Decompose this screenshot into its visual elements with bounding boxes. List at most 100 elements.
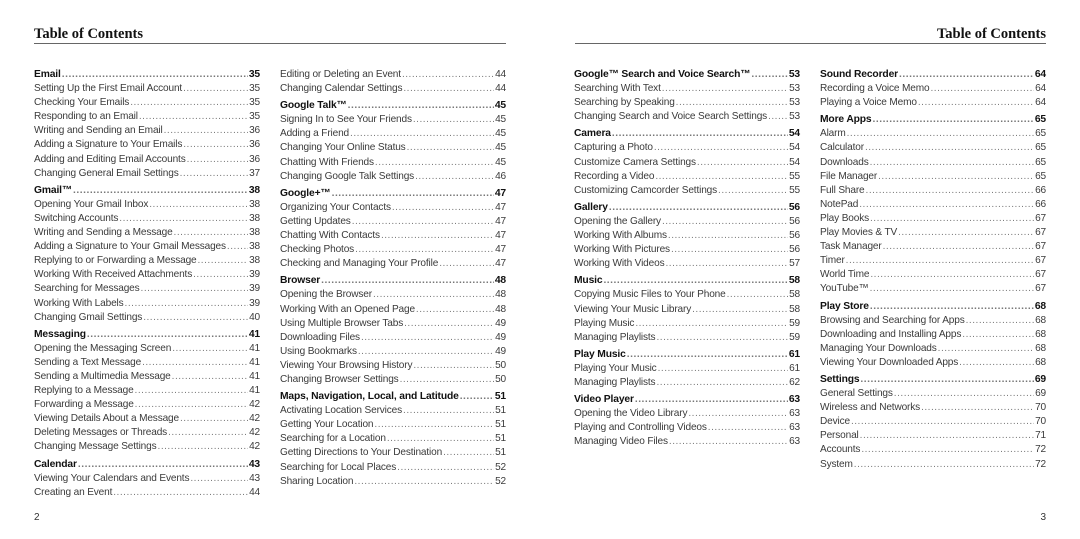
toc-entry[interactable]: Timer 67	[820, 254, 1046, 268]
toc-entry[interactable]: Switching Accounts 38	[34, 212, 260, 226]
toc-entry[interactable]: Writing and Sending a Message 38	[34, 226, 260, 240]
toc-entry[interactable]: Personal 71	[820, 429, 1046, 443]
toc-entry[interactable]: Play Books 67	[820, 212, 1046, 226]
toc-entry[interactable]: Recording a Voice Memo 64	[820, 82, 1046, 96]
toc-entry[interactable]: Changing Your Online Status 45	[280, 141, 506, 155]
toc-entry[interactable]: Playing and Controlling Videos 63	[574, 421, 800, 435]
toc-entry[interactable]: Recording a Video 55	[574, 170, 800, 184]
toc-entry[interactable]: Wireless and Networks 70	[820, 401, 1046, 415]
toc-section-heading[interactable]: Settings 69	[820, 373, 1046, 387]
toc-entry[interactable]: Forwarding a Message 42	[34, 398, 260, 412]
toc-entry[interactable]: Accounts 72	[820, 443, 1046, 457]
toc-entry[interactable]: Managing Video Files 63	[574, 435, 800, 449]
toc-entry[interactable]: Deleting Messages or Threads 42	[34, 426, 260, 440]
toc-entry[interactable]: Opening the Messaging Screen 41	[34, 342, 260, 356]
toc-entry[interactable]: Copying Music Files to Your Phone 58	[574, 288, 800, 302]
toc-entry[interactable]: Searching With Text 53	[574, 82, 800, 96]
toc-entry[interactable]: Replying to a Message 41	[34, 384, 260, 398]
toc-entry[interactable]: Browsing and Searching for Apps 68	[820, 314, 1046, 328]
toc-entry[interactable]: Opening the Browser 48	[280, 288, 506, 302]
toc-section-heading[interactable]: Browser 48	[280, 274, 506, 288]
toc-entry[interactable]: Changing Message Settings 42	[34, 440, 260, 454]
toc-entry[interactable]: Playing a Voice Memo 64	[820, 96, 1046, 110]
toc-section-heading[interactable]: Sound Recorder 64	[820, 68, 1046, 82]
toc-entry[interactable]: Downloads 65	[820, 156, 1046, 170]
toc-entry[interactable]: Chatting With Contacts 47	[280, 229, 506, 243]
toc-entry[interactable]: Capturing a Photo 54	[574, 141, 800, 155]
toc-section-heading[interactable]: Gmail™ 38	[34, 184, 260, 198]
toc-entry[interactable]: Replying to or Forwarding a Message 38	[34, 254, 260, 268]
toc-entry[interactable]: Managing Playlists 59	[574, 331, 800, 345]
toc-section-heading[interactable]: Gallery 56	[574, 201, 800, 215]
toc-entry[interactable]: Play Movies & TV 67	[820, 226, 1046, 240]
toc-entry[interactable]: Adding a Signature to Your Emails 36	[34, 138, 260, 152]
toc-entry[interactable]: Checking and Managing Your Profile 47	[280, 257, 506, 271]
toc-entry[interactable]: Getting Directions to Your Destination 51	[280, 446, 506, 460]
toc-entry[interactable]: Device 70	[820, 415, 1046, 429]
toc-entry[interactable]: Viewing Your Music Library 58	[574, 303, 800, 317]
toc-entry[interactable]: Checking Your Emails 35	[34, 96, 260, 110]
toc-entry[interactable]: Getting Your Location 51	[280, 418, 506, 432]
toc-section-heading[interactable]: Play Store 68	[820, 300, 1046, 314]
toc-entry[interactable]: Using Multiple Browser Tabs 49	[280, 317, 506, 331]
toc-entry[interactable]: Working With Albums 56	[574, 229, 800, 243]
toc-entry[interactable]: Viewing Your Browsing History 50	[280, 359, 506, 373]
toc-entry[interactable]: Checking Photos 47	[280, 243, 506, 257]
toc-entry[interactable]: Task Manager 67	[820, 240, 1046, 254]
toc-entry[interactable]: Viewing Your Downloaded Apps 68	[820, 356, 1046, 370]
toc-entry[interactable]: Alarm 65	[820, 127, 1046, 141]
toc-entry[interactable]: Working With Labels 39	[34, 297, 260, 311]
toc-entry[interactable]: System 72	[820, 458, 1046, 472]
toc-entry[interactable]: General Settings 69	[820, 387, 1046, 401]
toc-entry[interactable]: Signing In to See Your Friends 45	[280, 113, 506, 127]
toc-entry[interactable]: Customize Camera Settings 54	[574, 156, 800, 170]
toc-entry[interactable]: Changing Browser Settings 50	[280, 373, 506, 387]
toc-entry[interactable]: Searching for a Location 51	[280, 432, 506, 446]
toc-entry[interactable]: Using Bookmarks 49	[280, 345, 506, 359]
toc-entry[interactable]: Opening Your Gmail Inbox 38	[34, 198, 260, 212]
toc-entry[interactable]: Working With Pictures 56	[574, 243, 800, 257]
toc-entry[interactable]: Working With Received Attachments 39	[34, 268, 260, 282]
toc-entry[interactable]: Viewing Details About a Message 42	[34, 412, 260, 426]
toc-section-heading[interactable]: Messaging 41	[34, 328, 260, 342]
toc-entry[interactable]: Working With an Opened Page 48	[280, 303, 506, 317]
toc-entry[interactable]: YouTube™ 67	[820, 282, 1046, 296]
toc-section-heading[interactable]: Calendar 43	[34, 458, 260, 472]
toc-section-heading[interactable]: Maps, Navigation, Local, and Latitude 51	[280, 390, 506, 404]
toc-entry[interactable]: Downloading Files 49	[280, 331, 506, 345]
toc-entry[interactable]: Calculator 65	[820, 141, 1046, 155]
toc-entry[interactable]: Creating an Event 44	[34, 486, 260, 500]
toc-section-heading[interactable]: Google™ Search and Voice Search™ 53	[574, 68, 800, 82]
toc-entry[interactable]: File Manager 65	[820, 170, 1046, 184]
toc-entry[interactable]: Changing General Email Settings 37	[34, 167, 260, 181]
toc-entry[interactable]: Adding a Friend 45	[280, 127, 506, 141]
toc-entry[interactable]: World Time 67	[820, 268, 1046, 282]
toc-entry[interactable]: Responding to an Email 35	[34, 110, 260, 124]
toc-entry[interactable]: Getting Updates 47	[280, 215, 506, 229]
toc-entry[interactable]: Sending a Multimedia Message 41	[34, 370, 260, 384]
toc-section-heading[interactable]: More Apps 65	[820, 113, 1046, 127]
toc-entry[interactable]: Searching by Speaking 53	[574, 96, 800, 110]
toc-section-heading[interactable]: Camera 54	[574, 127, 800, 141]
toc-entry[interactable]: Adding and Editing Email Accounts 36	[34, 153, 260, 167]
toc-entry[interactable]: Searching for Messages 39	[34, 282, 260, 296]
toc-entry[interactable]: Searching for Local Places 52	[280, 461, 506, 475]
toc-section-heading[interactable]: Email 35	[34, 68, 260, 82]
toc-entry[interactable]: Playing Music 59	[574, 317, 800, 331]
toc-entry[interactable]: Downloading and Installing Apps 68	[820, 328, 1046, 342]
toc-entry[interactable]: Changing Search and Voice Search Setting…	[574, 110, 800, 124]
toc-entry[interactable]: Opening the Video Library 63	[574, 407, 800, 421]
toc-entry[interactable]: Customizing Camcorder Settings 55	[574, 184, 800, 198]
toc-entry[interactable]: Full Share 66	[820, 184, 1046, 198]
toc-section-heading[interactable]: Google Talk™ 45	[280, 99, 506, 113]
toc-entry[interactable]: Managing Playlists 62	[574, 376, 800, 390]
toc-entry[interactable]: Opening the Gallery 56	[574, 215, 800, 229]
toc-entry[interactable]: Viewing Your Calendars and Events 43	[34, 472, 260, 486]
toc-section-heading[interactable]: Play Music 61	[574, 348, 800, 362]
toc-entry[interactable]: Writing and Sending an Email 36	[34, 124, 260, 138]
toc-entry[interactable]: Changing Gmail Settings 40	[34, 311, 260, 325]
toc-entry[interactable]: Sending a Text Message 41	[34, 356, 260, 370]
toc-entry[interactable]: Chatting With Friends 45	[280, 156, 506, 170]
toc-entry[interactable]: Editing or Deleting an Event 44	[280, 68, 506, 82]
toc-entry[interactable]: Sharing Location 52	[280, 475, 506, 489]
